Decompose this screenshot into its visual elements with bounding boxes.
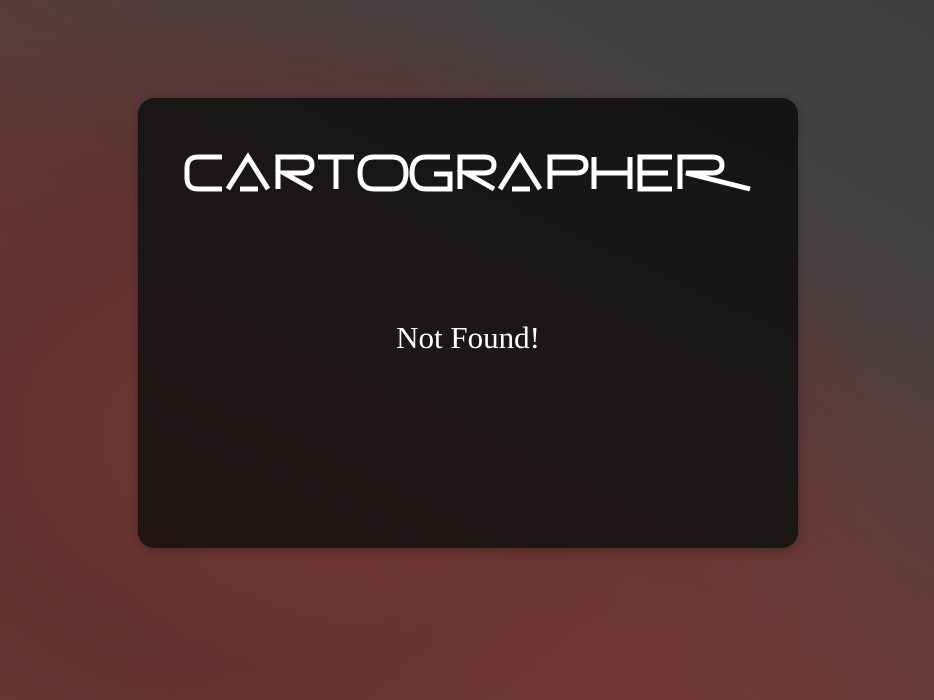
cartographer-logo: CARTOGRAPHER xyxy=(184,150,754,196)
logo-wordmark-icon xyxy=(184,152,751,192)
not-found-card: CARTOGRAPHER Not xyxy=(138,98,798,548)
not-found-message: Not Found! xyxy=(396,320,540,355)
